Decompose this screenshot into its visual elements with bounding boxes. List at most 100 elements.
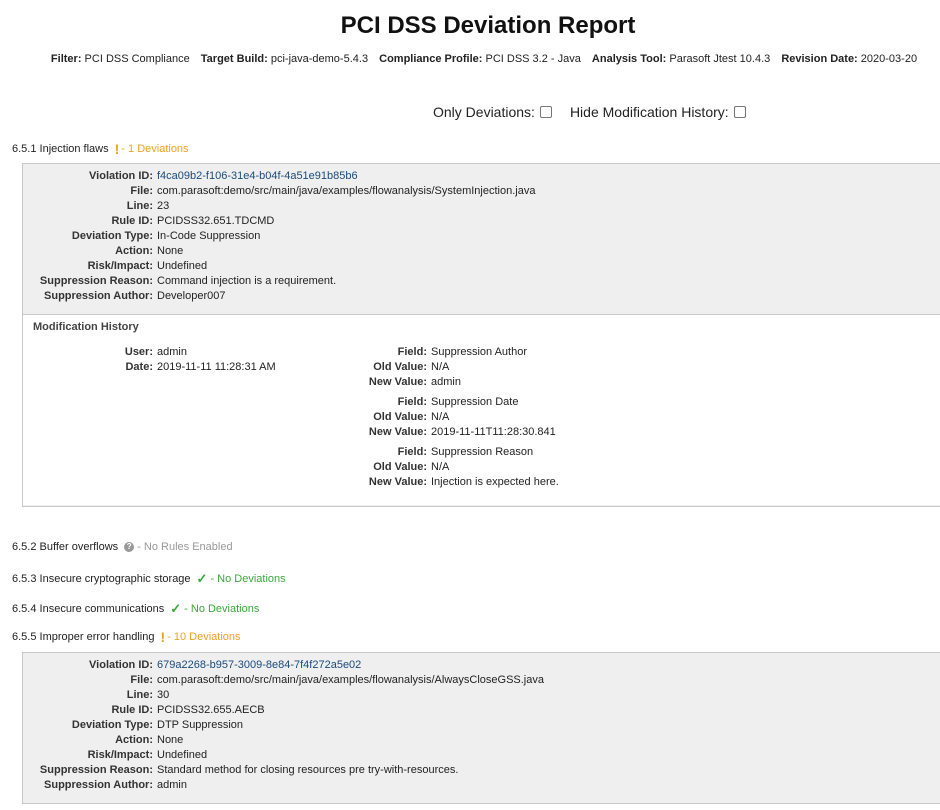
suppression-reason-row: Suppression Reason: Standard method for c… <box>23 763 458 778</box>
change-new-value-label: New Value: <box>368 476 427 488</box>
line-label: Line: <box>126 200 153 212</box>
line-value: 30 <box>157 689 170 701</box>
action-row: Action: None <box>23 244 183 259</box>
analysis-tool-pair: Analysis Tool: Parasoft Jtest 10.4.3 <box>591 53 771 65</box>
section-status: ✓ - No Deviations <box>197 571 286 587</box>
deviation-type-row: Deviation Type: In-Code Suppression <box>23 229 260 244</box>
target-build-pair: Target Build: pci-java-demo-5.4.3 <box>200 53 369 65</box>
deviation-type-label: Deviation Type: <box>71 230 153 242</box>
change-new-value: 2019-11-11T11:28:30.841 <box>431 426 556 438</box>
history-date-label: Date: <box>125 361 153 373</box>
rule-id-row: Rule ID: PCIDSS32.651.TDCMD <box>23 214 274 229</box>
file-row: File: com.parasoft:demo/src/main/java/exa… <box>23 673 544 688</box>
change-field-row: Field: Suppression Author <box>323 345 527 360</box>
section-6-5-3-header[interactable]: 6.5.3 Insecure cryptographic storage ✓ -… <box>12 571 286 587</box>
section-6-5-4-header[interactable]: 6.5.4 Insecure communications ✓ - No Dev… <box>12 601 259 617</box>
history-user-row: User: admin <box>23 345 187 360</box>
change-field-value: Suppression Author <box>431 346 528 358</box>
exclamation-icon: ! <box>160 628 166 645</box>
deviation-type-value: DTP Suppression <box>157 719 244 731</box>
change-old-value-label: Old Value: <box>373 461 427 473</box>
change-new-value: Injection is expected here. <box>431 476 559 488</box>
change-field-row: Field: Suppression Reason <box>323 445 533 460</box>
suppression-author-value: admin <box>157 779 187 791</box>
rule-id-row: Rule ID: PCIDSS32.655.AECB <box>23 703 264 718</box>
section-status: ! - 10 Deviations <box>160 628 240 645</box>
change-new-value-row: New Value: Injection is expected here. <box>323 475 559 490</box>
deviation-type-row: Deviation Type: DTP Suppression <box>23 718 243 733</box>
action-value: None <box>157 734 184 746</box>
action-row: Action: None <box>23 733 183 748</box>
section-6-5-5-header[interactable]: 6.5.5 Improper error handling ! - 10 Dev… <box>12 628 241 645</box>
compliance-profile-pair: Compliance Profile: PCI DSS 3.2 - Java <box>379 53 581 65</box>
section-status-text: - No Deviations <box>210 573 286 585</box>
file-row: File: com.parasoft:demo/src/main/java/exa… <box>23 184 535 199</box>
history-user-label: User: <box>124 346 153 358</box>
line-row: Line: 30 <box>23 688 170 703</box>
section-title: 6.5.1 Injection flaws <box>12 143 109 155</box>
section-status-text: - No Rules Enabled <box>137 541 233 553</box>
section-status-text: - No Deviations <box>184 603 260 615</box>
checkmark-icon: ✓ <box>196 571 208 586</box>
change-old-value-label: Old Value: <box>373 361 427 373</box>
change-field-value: Suppression Date <box>431 396 519 408</box>
change-new-value-label: New Value: <box>368 426 427 438</box>
revision-date-pair: Revision Date: 2020-03-20 <box>781 53 918 65</box>
section-6-5-1-header[interactable]: 6.5.1 Injection flaws ! - 1 Deviations <box>12 142 189 156</box>
change-field-label: Field: <box>397 446 427 458</box>
section-title: 6.5.4 Insecure communications <box>12 603 165 615</box>
view-toggles: Only Deviations: Hide Modification Histo… <box>433 104 746 120</box>
section-title: 6.5.3 Insecure cryptographic storage <box>12 573 191 585</box>
change-field-label: Field: <box>397 346 427 358</box>
suppression-author-value: Developer007 <box>157 290 226 302</box>
risk-impact-row: Risk/Impact: Undefined <box>23 748 208 763</box>
suppression-reason-value: Command injection is a requirement. <box>157 275 337 287</box>
action-label: Action: <box>115 245 153 257</box>
history-user-value: admin <box>157 346 187 358</box>
risk-impact-label: Risk/Impact: <box>87 260 153 272</box>
risk-impact-value: Undefined <box>157 260 208 272</box>
report-title: PCI DSS Deviation Report <box>340 12 636 39</box>
suppression-author-label: Suppression Author: <box>44 290 153 302</box>
deviation-type-label: Deviation Type: <box>71 719 153 731</box>
risk-impact-value: Undefined <box>157 749 208 761</box>
violation-id-link[interactable]: 679a2268-b957-3009-8e84-7f4f272a5e02 <box>157 659 361 671</box>
section-status: ! - 1 Deviations <box>115 142 189 156</box>
change-new-value: admin <box>431 376 461 388</box>
line-value: 23 <box>157 200 170 212</box>
suppression-reason-label: Suppression Reason: <box>39 275 153 287</box>
change-field-row: Field: Suppression Date <box>323 395 519 410</box>
change-new-value-label: New Value: <box>368 376 427 388</box>
violation-id-link[interactable]: f4ca09b2-f106-31e4-b04f-4a51e91b85b6 <box>157 170 358 182</box>
section-title: 6.5.5 Improper error handling <box>12 631 155 643</box>
section-status: ? - No Rules Enabled <box>124 541 233 553</box>
change-old-value-row: Old Value: N/A <box>323 360 449 375</box>
hide-modification-history-toggle[interactable]: Hide Modification History: <box>570 104 746 120</box>
violation-id-label: Violation ID: <box>89 170 153 182</box>
line-row: Line: 23 <box>23 199 170 214</box>
only-deviations-label: Only Deviations: <box>433 104 535 120</box>
deviation-type-value: In-Code Suppression <box>157 230 261 242</box>
change-old-value-label: Old Value: <box>373 411 427 423</box>
suppression-reason-value: Standard method for closing resources pr… <box>157 764 459 776</box>
only-deviations-checkbox[interactable] <box>539 106 552 118</box>
rule-id-value: PCIDSS32.651.TDCMD <box>157 215 275 227</box>
filter-pair: Filter: PCI DSS Compliance <box>50 53 190 65</box>
action-label: Action: <box>115 734 153 746</box>
section-6-5-2-header[interactable]: 6.5.2 Buffer overflows ? - No Rules Enab… <box>12 541 233 553</box>
hide-modification-history-checkbox[interactable] <box>733 106 746 118</box>
rule-id-label: Rule ID: <box>111 704 153 716</box>
file-label: File: <box>130 674 153 686</box>
rule-id-label: Rule ID: <box>111 215 153 227</box>
change-old-value: N/A <box>431 461 450 473</box>
change-old-value-row: Old Value: N/A <box>323 460 449 475</box>
change-field-label: Field: <box>397 396 427 408</box>
report-filters: Filter: PCI DSS Compliance Target Build:… <box>0 53 940 65</box>
line-label: Line: <box>126 689 153 701</box>
suppression-author-row: Suppression Author: admin <box>23 778 187 793</box>
history-date-row: Date: 2019-11-11 11:28:31 AM <box>23 360 275 375</box>
only-deviations-toggle[interactable]: Only Deviations: <box>433 104 552 120</box>
file-label: File: <box>130 185 153 197</box>
file-value: com.parasoft:demo/src/main/java/examples… <box>157 674 544 686</box>
file-value: com.parasoft:demo/src/main/java/examples… <box>157 185 536 197</box>
